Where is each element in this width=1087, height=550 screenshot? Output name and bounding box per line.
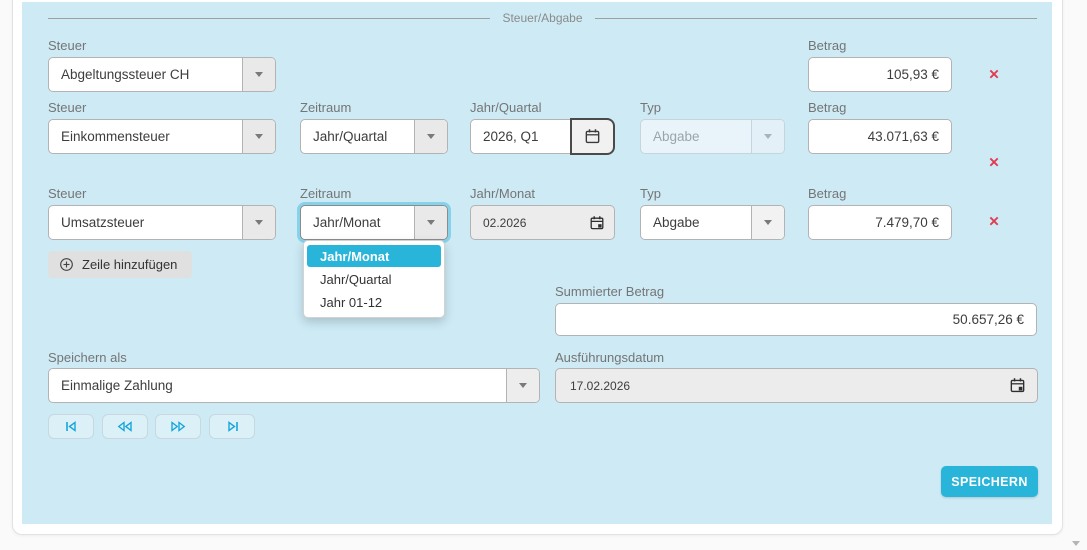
calendar-icon[interactable] [1009,377,1026,394]
calendar-icon [584,128,601,145]
row3-steuer-dropdown[interactable]: Umsatzsteuer [48,205,276,240]
dropdown-option-jahr-monat[interactable]: Jahr/Monat [307,245,441,267]
row1-delete-icon[interactable]: ✕ [985,67,1003,83]
row2-delete-icon[interactable]: ✕ [985,155,1003,171]
row3-typ-value: Abgabe [641,206,751,239]
save-as-label: Speichern als [48,350,127,366]
chevron-down-icon [255,220,263,225]
row3-period-input[interactable]: 02.2026 [470,205,615,240]
pagination-prev-button[interactable] [102,414,148,439]
add-row-button[interactable]: Zeile hinzufügen [48,251,192,278]
execution-date-field[interactable]: 17.02.2026 [555,368,1038,403]
add-row-label: Zeile hinzufügen [82,257,177,272]
row2-typ-dropdown-button [751,120,784,153]
row2-period-input[interactable]: 2026, Q1 [470,119,572,154]
row3-steuer-dropdown-button[interactable] [242,206,275,239]
execution-date-value: 17.02.2026 [570,379,630,393]
chevron-down-icon [764,134,772,139]
row2-betrag-field[interactable]: 43.071,63 € [808,119,952,154]
row2-steuer-label: Steuer [48,100,86,116]
row3-zeitraum-dropdown[interactable]: Jahr/Monat [300,205,448,240]
section-header: Steuer/Abgabe [48,11,1037,25]
chevron-down-icon [764,220,772,225]
row2-zeitraum-value: Jahr/Quartal [301,120,414,153]
row2-steuer-dropdown[interactable]: Einkommensteuer [48,119,276,154]
row3-typ-label: Typ [640,186,661,202]
plus-circle-icon [59,257,74,272]
row3-steuer-value: Umsatzsteuer [49,206,242,239]
row2-steuer-dropdown-button[interactable] [242,120,275,153]
pagination-first-button[interactable] [48,414,94,439]
zeitraum-dropdown-popup: Jahr/Monat Jahr/Quartal Jahr 01-12 [303,240,445,318]
summed-amount-field[interactable]: 50.657,26 € [555,303,1037,336]
row3-zeitraum-dropdown-button[interactable] [414,206,447,239]
row1-steuer-label: Steuer [48,38,86,54]
row3-typ-dropdown[interactable]: Abgabe [640,205,785,240]
row3-zeitraum-label: Zeitraum [300,186,351,202]
page: Steuer/Abgabe Steuer Abgeltungssteuer CH… [0,0,1087,550]
row3-delete-icon[interactable]: ✕ [985,214,1003,230]
row2-period-label: Jahr/Quartal [470,100,542,116]
summed-amount-value: 50.657,26 € [953,312,1024,327]
rewind-icon [116,420,134,433]
save-as-dropdown[interactable]: Einmalige Zahlung [48,368,540,403]
skip-last-icon [224,420,241,433]
row2-zeitraum-dropdown-button[interactable] [414,120,447,153]
row2-typ-value: Abgabe [641,120,751,153]
calendar-icon[interactable] [589,215,605,231]
row3-zeitraum-value: Jahr/Monat [301,206,414,239]
row3-period-value: 02.2026 [483,216,526,230]
row1-steuer-dropdown[interactable]: Abgeltungssteuer CH [48,57,276,92]
row3-betrag-label: Betrag [808,186,846,202]
save-as-dropdown-button[interactable] [506,369,539,402]
row3-betrag-field[interactable]: 7.479,70 € [808,205,952,240]
row2-typ-dropdown: Abgabe [640,119,785,154]
chevron-down-icon [427,134,435,139]
divider-line-right [595,18,1037,19]
dropdown-option-jahr-01-12[interactable]: Jahr 01-12 [307,291,441,313]
execution-date-label: Ausführungsdatum [555,350,664,366]
row3-betrag-value: 7.479,70 € [875,215,939,230]
row2-period-value: 2026, Q1 [483,129,539,144]
row2-typ-label: Typ [640,100,661,116]
fast-forward-icon [169,420,187,433]
scroll-down-arrow-icon[interactable] [1072,541,1080,546]
summed-amount-label: Summierter Betrag [555,284,664,300]
save-button[interactable]: SPEICHERN [941,466,1038,497]
row1-betrag-label: Betrag [808,38,846,54]
row2-zeitraum-dropdown[interactable]: Jahr/Quartal [300,119,448,154]
row3-typ-dropdown-button[interactable] [751,206,784,239]
row2-betrag-value: 43.071,63 € [868,129,939,144]
skip-first-icon [63,420,80,433]
divider-line-left [48,18,490,19]
row1-betrag-field[interactable]: 105,93 € [808,57,952,92]
pagination-next-button[interactable] [155,414,201,439]
chevron-down-icon [255,72,263,77]
section-title: Steuer/Abgabe [502,11,582,25]
row2-calendar-button[interactable] [570,118,615,155]
row3-period-label: Jahr/Monat [470,186,535,202]
row3-steuer-label: Steuer [48,186,86,202]
row2-betrag-label: Betrag [808,100,846,116]
row2-steuer-value: Einkommensteuer [49,120,242,153]
dropdown-option-jahr-quartal[interactable]: Jahr/Quartal [307,268,441,290]
save-as-value: Einmalige Zahlung [49,369,506,402]
row2-zeitraum-label: Zeitraum [300,100,351,116]
chevron-down-icon [427,220,435,225]
row1-betrag-value: 105,93 € [886,67,939,82]
chevron-down-icon [255,134,263,139]
row1-steuer-dropdown-button[interactable] [242,58,275,91]
pagination-last-button[interactable] [209,414,255,439]
chevron-down-icon [519,383,527,388]
row1-steuer-value: Abgeltungssteuer CH [49,58,242,91]
